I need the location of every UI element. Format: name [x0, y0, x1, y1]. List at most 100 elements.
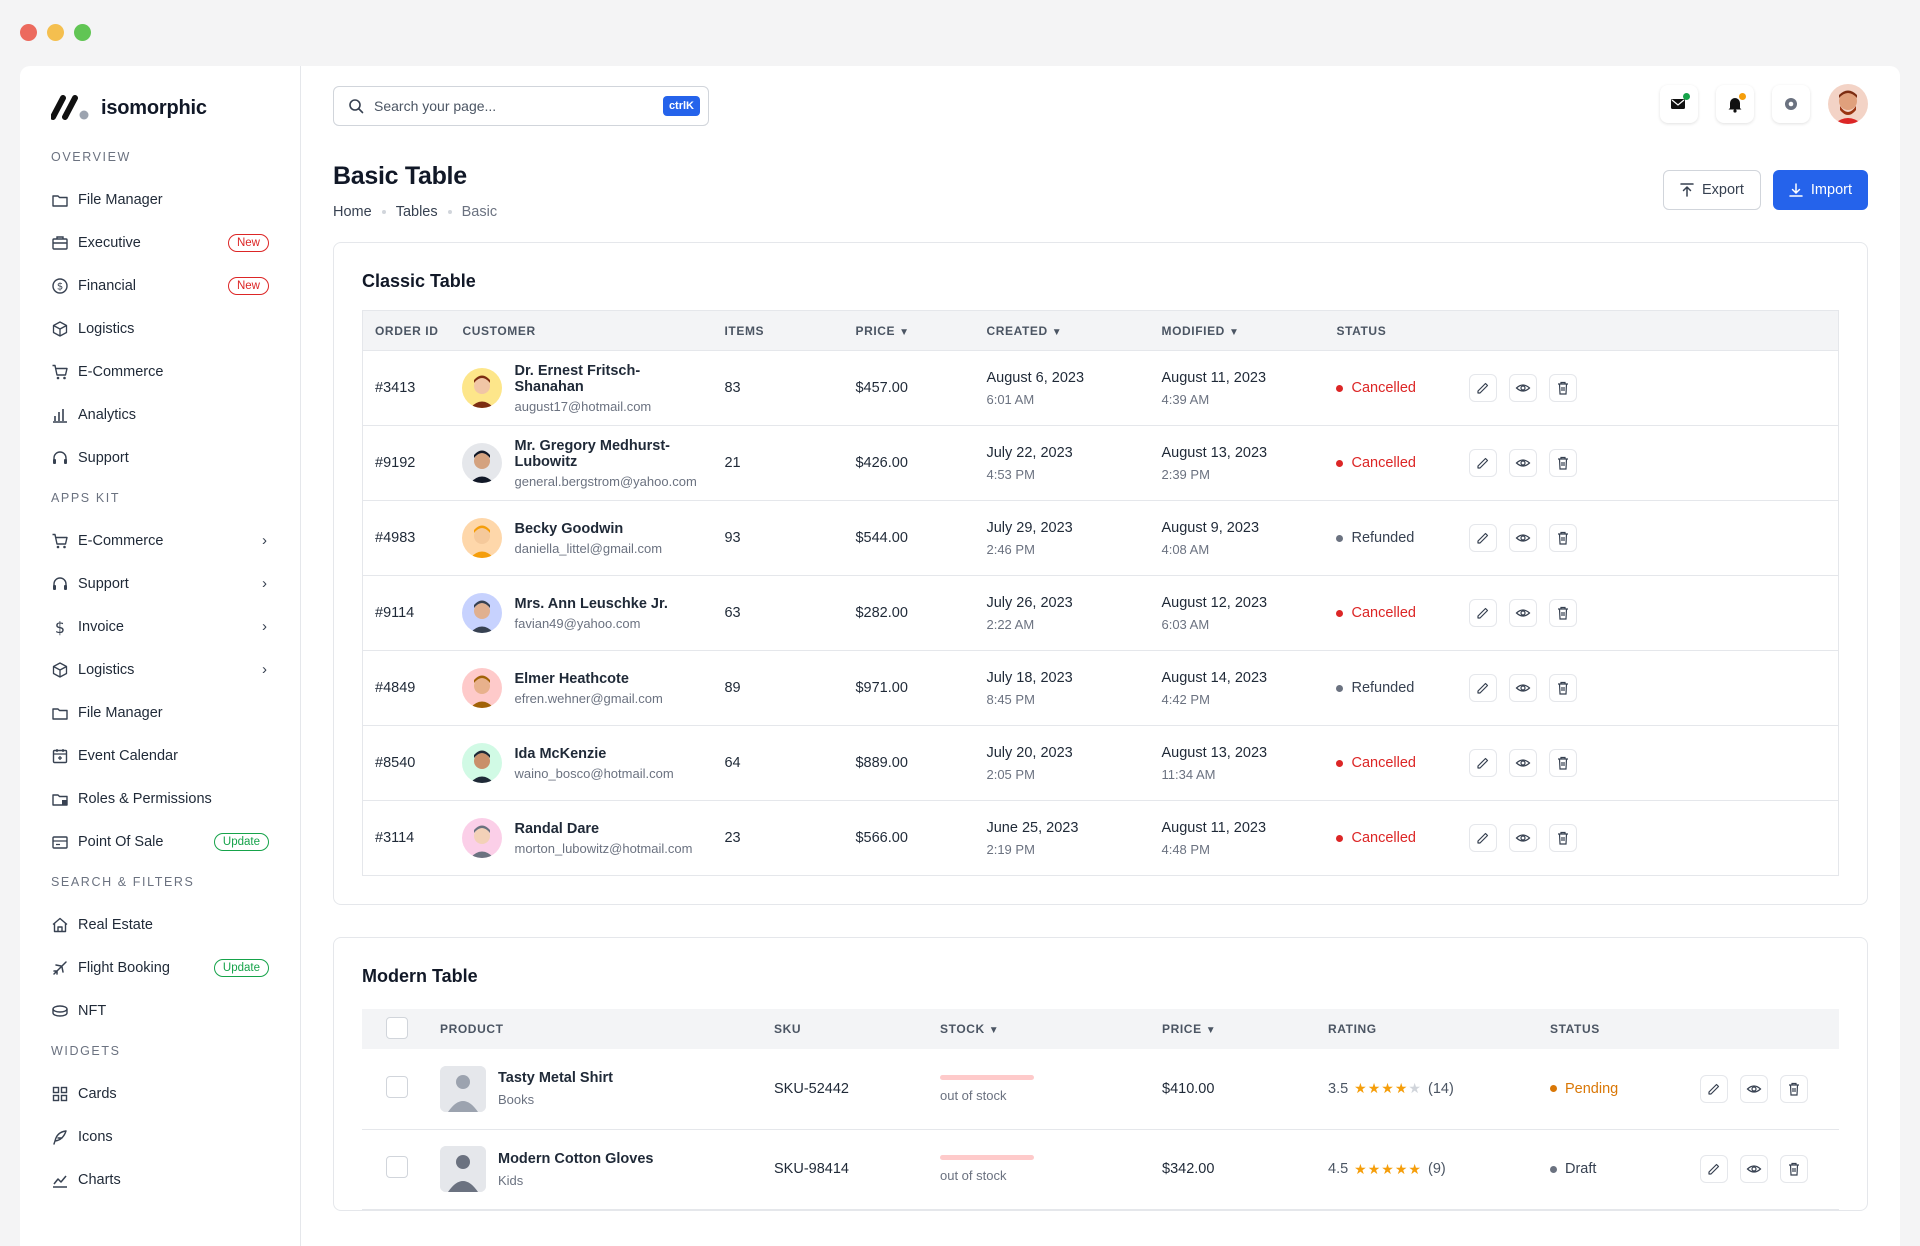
delete-button[interactable]: [1549, 524, 1578, 552]
sidebar-item-flight-booking[interactable]: Flight Booking Update: [51, 946, 269, 989]
table-row[interactable]: #8540 Ida McKenzie waino_bosco@hotmail.com…: [362, 725, 1839, 801]
view-button[interactable]: [1509, 824, 1538, 852]
notifications-button[interactable]: [1716, 85, 1754, 123]
maximize-window-button[interactable]: [74, 24, 91, 41]
user-avatar[interactable]: [1828, 84, 1868, 124]
sidebar-item-e-commerce[interactable]: E-Commerce ›: [51, 519, 269, 562]
breadcrumb-home[interactable]: Home: [333, 204, 372, 220]
column-header-price[interactable]: PRICE ▼: [1150, 1009, 1316, 1049]
actions-cell: [1457, 800, 1839, 876]
view-button[interactable]: [1509, 374, 1538, 402]
star-icon: ★: [1367, 1080, 1382, 1097]
sidebar-item-cards[interactable]: Cards: [51, 1072, 269, 1115]
view-button[interactable]: [1740, 1074, 1768, 1103]
edit-button[interactable]: [1469, 599, 1498, 627]
status-cell: Cancelled: [1324, 425, 1458, 501]
delete-button[interactable]: [1780, 1155, 1808, 1183]
sidebar-item-financial[interactable]: $ Financial New: [51, 264, 269, 307]
table-row[interactable]: #3413 Dr. Ernest Fritsch-Shanahan august17…: [362, 350, 1839, 426]
customer-email: efren.wehner@gmail.com: [514, 690, 663, 706]
column-header-stock[interactable]: STOCK ▼: [928, 1009, 1150, 1049]
view-button[interactable]: [1509, 599, 1538, 627]
column-header-items: ITEMS: [712, 310, 844, 351]
edit-button[interactable]: [1469, 524, 1498, 552]
brand-logo[interactable]: isomorphic: [51, 92, 300, 124]
status-label: Draft: [1565, 1161, 1597, 1177]
delete-button[interactable]: [1549, 674, 1578, 702]
sidebar-item-label: NFT: [78, 1002, 107, 1019]
view-button[interactable]: [1509, 674, 1538, 702]
sidebar-item-label: Cards: [78, 1085, 117, 1102]
status-badge: Cancelled: [1336, 455, 1445, 471]
close-window-button[interactable]: [20, 24, 37, 41]
sidebar-item-logistics[interactable]: Logistics: [51, 307, 269, 350]
modified-time: 2:39 PM: [1161, 466, 1210, 482]
select-all-cell: [362, 1009, 428, 1049]
delete-button[interactable]: [1549, 599, 1578, 627]
sidebar-item-icons[interactable]: Icons: [51, 1115, 269, 1158]
column-header-modified[interactable]: MODIFIED ▼: [1149, 310, 1325, 351]
table-row[interactable]: Modern Cotton Gloves Kids SKU-98414 out of …: [362, 1129, 1839, 1210]
export-button[interactable]: Export: [1662, 170, 1761, 210]
edit-button[interactable]: [1469, 749, 1498, 777]
settings-button[interactable]: [1772, 85, 1810, 123]
created-cell: July 18, 2023 8:45 PM: [974, 650, 1150, 726]
sidebar-item-label: Charts: [78, 1171, 121, 1188]
package-icon: [51, 661, 69, 679]
delete-button[interactable]: [1549, 749, 1578, 777]
delete-button[interactable]: [1549, 449, 1578, 477]
view-button[interactable]: [1509, 524, 1538, 552]
column-header-price[interactable]: PRICE ▼: [843, 310, 975, 351]
sidebar-item-invoice[interactable]: $ Invoice ›: [51, 605, 269, 648]
row-checkbox[interactable]: [386, 1075, 408, 1098]
created-date: August 6, 2023: [986, 369, 1085, 386]
view-button[interactable]: [1509, 749, 1538, 777]
edit-button[interactable]: [1469, 374, 1498, 402]
table-row[interactable]: #4983 Becky Goodwin daniella_littel@gmail.…: [362, 500, 1839, 576]
sidebar-item-charts[interactable]: Charts: [51, 1158, 269, 1201]
created-date: July 20, 2023: [986, 744, 1073, 761]
headset-icon: [51, 449, 69, 467]
row-checkbox[interactable]: [386, 1156, 408, 1178]
modified-date: August 13, 2023: [1161, 444, 1268, 461]
sidebar-item-file-manager[interactable]: File Manager: [51, 691, 269, 734]
sidebar-item-point-of-sale[interactable]: Point Of Sale Update: [51, 820, 269, 863]
minimize-window-button[interactable]: [47, 24, 64, 41]
edit-button[interactable]: [1700, 1155, 1728, 1183]
sidebar-item-file-manager[interactable]: File Manager: [51, 178, 269, 221]
sidebar-item-roles-permissions[interactable]: Roles & Permissions: [51, 777, 269, 820]
table-row[interactable]: #9192 Mr. Gregory Medhurst-Lubowitz genera…: [362, 425, 1839, 501]
messages-button[interactable]: [1660, 85, 1698, 123]
delete-button[interactable]: [1549, 824, 1578, 852]
view-button[interactable]: [1740, 1155, 1768, 1183]
delete-button[interactable]: [1780, 1074, 1808, 1103]
table-row[interactable]: #3114 Randal Dare morton_lubowitz@hotmail.…: [362, 800, 1839, 876]
table-row[interactable]: Tasty Metal Shirt Books SKU-52442 out of st…: [362, 1049, 1839, 1130]
created-date: July 22, 2023: [986, 444, 1073, 461]
sidebar-item-event-calendar[interactable]: Event Calendar: [51, 734, 269, 777]
sidebar-item-real-estate[interactable]: Real Estate: [51, 903, 269, 946]
edit-button[interactable]: [1700, 1074, 1728, 1103]
column-header-label: RATING: [1328, 1022, 1377, 1036]
sidebar-item-executive[interactable]: Executive New: [51, 221, 269, 264]
sidebar-item-support[interactable]: Support ›: [51, 562, 269, 605]
delete-button[interactable]: [1549, 374, 1578, 402]
sidebar-item-analytics[interactable]: Analytics: [51, 393, 269, 436]
sidebar-item-nft[interactable]: NFT: [51, 989, 269, 1032]
import-button[interactable]: Import: [1772, 170, 1868, 210]
search-input[interactable]: Search your page... ctrlK: [333, 86, 709, 126]
sidebar-item-logistics[interactable]: Logistics ›: [51, 648, 269, 691]
view-button[interactable]: [1509, 449, 1538, 477]
edit-button[interactable]: [1469, 449, 1498, 477]
select-all-checkbox[interactable]: [386, 1016, 408, 1039]
breadcrumb-tables[interactable]: Tables: [396, 204, 438, 220]
column-header-created[interactable]: CREATED ▼: [974, 310, 1150, 351]
customer-cell: Randal Dare morton_lubowitz@hotmail.com: [450, 800, 713, 876]
eye-icon: [1515, 380, 1531, 396]
table-row[interactable]: #9114 Mrs. Ann Leuschke Jr. favian49@yahoo…: [362, 575, 1839, 651]
edit-button[interactable]: [1469, 674, 1498, 702]
edit-button[interactable]: [1469, 824, 1498, 852]
table-row[interactable]: #4849 Elmer Heathcote efren.wehner@gmail.c…: [362, 650, 1839, 726]
sidebar-item-e-commerce[interactable]: E-Commerce: [51, 350, 269, 393]
sidebar-item-support[interactable]: Support: [51, 436, 269, 479]
